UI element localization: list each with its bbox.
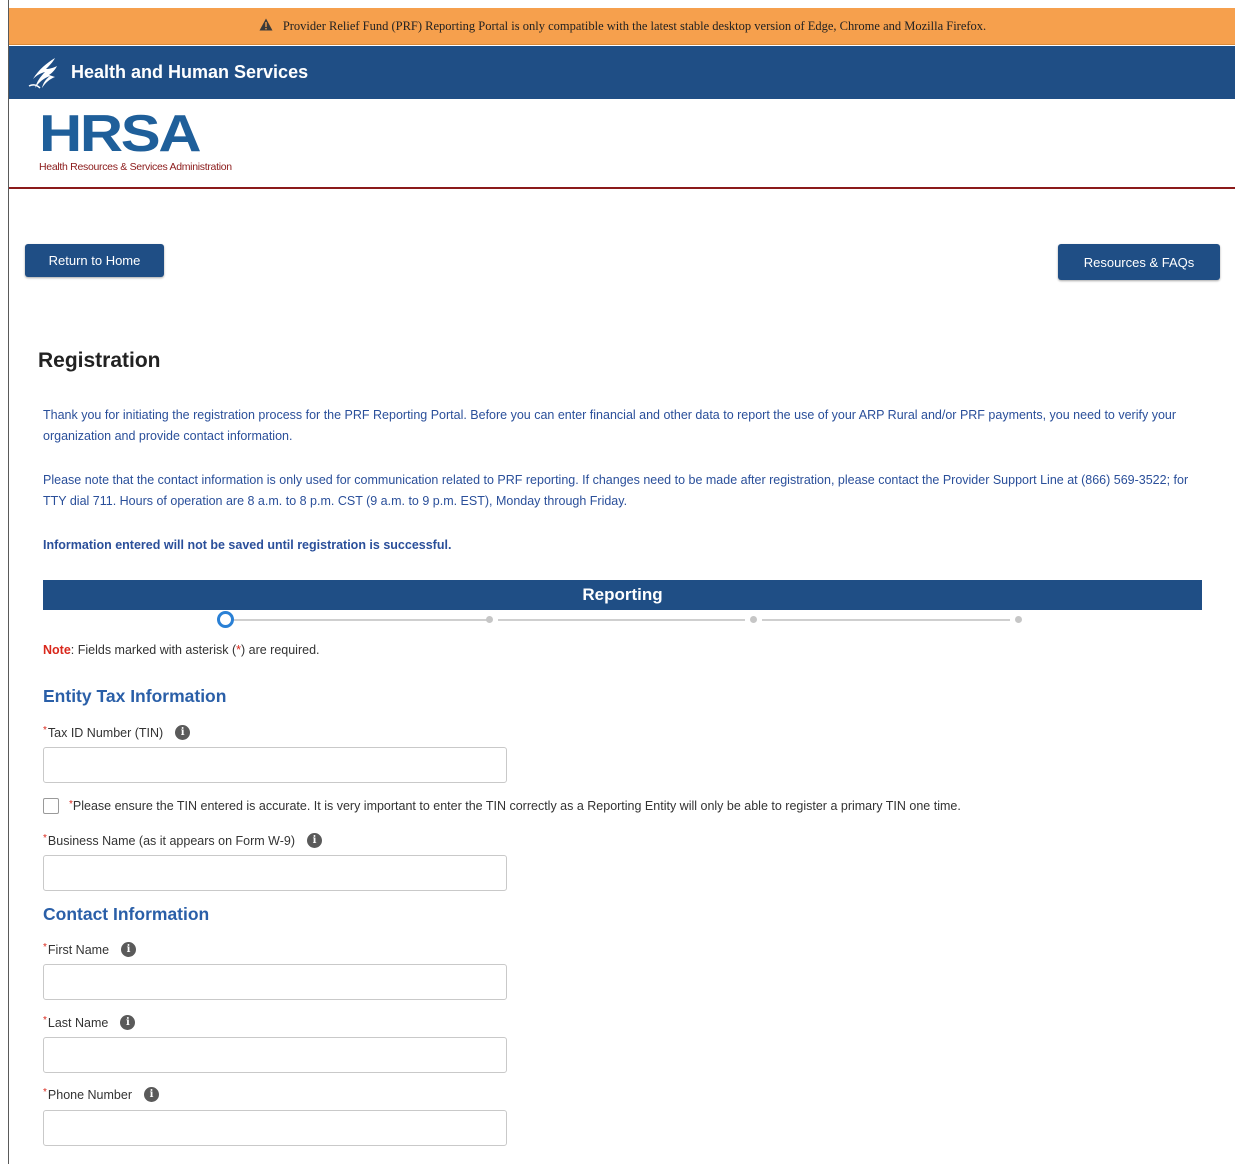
- phone-number-label: * Phone Number i: [43, 1087, 159, 1102]
- agency-title: Health and Human Services: [71, 62, 309, 82]
- tin-confirm-checkbox[interactable]: [43, 798, 59, 814]
- hhs-eagle-icon: [28, 57, 57, 89]
- page-title: Registration: [38, 349, 161, 372]
- required-asterisk: *: [43, 1015, 47, 1026]
- hrsa-logo[interactable]: HRSA Health Resources & Services Adminis…: [39, 108, 232, 173]
- phone-number-input[interactable]: [43, 1110, 507, 1146]
- section-contact: Contact Information: [43, 904, 210, 924]
- step-4-dot: [1015, 616, 1022, 623]
- browser-compatibility-alert: Provider Relief Fund (PRF) Reporting Por…: [9, 8, 1235, 45]
- last-name-label-text: Last Name: [47, 1015, 109, 1030]
- intro-text: Thank you for initiating the registratio…: [43, 408, 1177, 443]
- info-icon[interactable]: i: [143, 1087, 159, 1102]
- required-asterisk: *: [43, 942, 47, 953]
- info-icon[interactable]: i: [121, 942, 137, 957]
- required-fields-note: Note: Fields marked with asterisk (*) ar…: [43, 643, 320, 657]
- business-name-label-text: Business Name (as it appears on Form W-9…: [47, 833, 295, 848]
- return-to-home-button[interactable]: Return to Home: [25, 244, 164, 277]
- hrsa-logo-letters: HRSA: [39, 105, 202, 163]
- hhs-header: Health and Human Services: [9, 46, 1235, 99]
- note-prefix: Note: [43, 643, 71, 657]
- section-entity-tax: Entity Tax Information: [43, 686, 227, 706]
- business-name-input[interactable]: [43, 855, 507, 891]
- hrsa-banner: HRSA Health Resources & Services Adminis…: [9, 99, 1235, 189]
- last-name-input[interactable]: [43, 1037, 507, 1073]
- alert-text: Provider Relief Fund (PRF) Reporting Por…: [282, 18, 987, 33]
- progress-stepper: [9, 610, 1235, 630]
- save-warning-text: Information entered will not be saved un…: [43, 538, 452, 552]
- business-name-label: * Business Name (as it appears on Form W-…: [43, 833, 322, 848]
- tin-confirm-text: Please ensure the TIN entered is accurat…: [72, 799, 961, 813]
- note-suffix: ) are required.: [240, 643, 320, 657]
- tin-input[interactable]: [43, 747, 507, 783]
- stepper-header: Reporting: [43, 580, 1202, 610]
- required-asterisk: *: [43, 833, 47, 844]
- last-name-label: * Last Name i: [43, 1015, 136, 1030]
- warning-triangle-icon: [259, 18, 273, 35]
- required-asterisk: *: [69, 798, 73, 810]
- first-name-label-text: First Name: [47, 942, 110, 957]
- step-connector: [762, 619, 1010, 621]
- resources-faqs-button[interactable]: Resources & FAQs: [1058, 244, 1220, 280]
- contact-note-text: Please note that the contact information…: [43, 473, 1189, 508]
- tin-label-text: Tax ID Number (TIN): [47, 725, 164, 740]
- required-asterisk: *: [43, 1087, 47, 1098]
- stepper-title: Reporting: [582, 585, 663, 604]
- step-2-dot: [486, 616, 493, 623]
- step-3-dot: [750, 616, 757, 623]
- required-asterisk: *: [43, 725, 47, 736]
- step-connector: [498, 619, 745, 621]
- phone-number-label-text: Phone Number: [47, 1087, 132, 1102]
- step-connector: [234, 619, 489, 621]
- first-name-input[interactable]: [43, 964, 507, 1000]
- tin-label: * Tax ID Number (TIN) i: [43, 725, 191, 740]
- info-icon[interactable]: i: [120, 1015, 136, 1030]
- page: Provider Relief Fund (PRF) Reporting Por…: [8, 0, 1235, 1164]
- note-text: : Fields marked with asterisk (: [70, 643, 237, 657]
- info-icon[interactable]: i: [306, 833, 322, 848]
- info-icon[interactable]: i: [175, 725, 191, 740]
- tin-confirm-row: * Please ensure the TIN entered is accura…: [43, 798, 961, 814]
- step-1-active-dot: [217, 611, 234, 628]
- first-name-label: * First Name i: [43, 942, 137, 957]
